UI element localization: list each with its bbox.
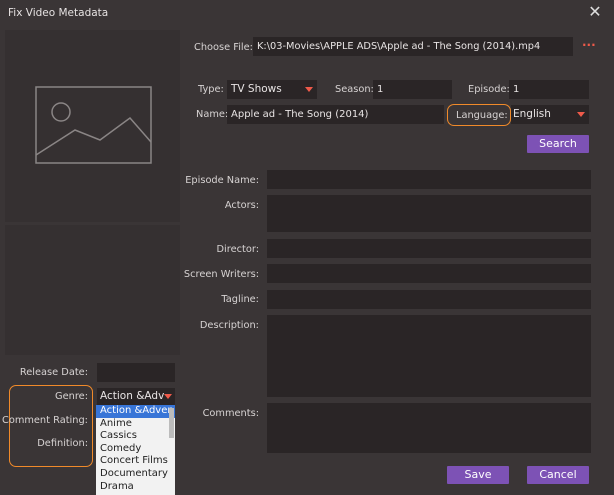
genre-option[interactable]: Drama <box>96 481 175 494</box>
search-button[interactable]: Search <box>527 135 589 153</box>
season-field[interactable]: 1 <box>373 80 452 99</box>
release-date-label: Release Date: <box>19 367 88 378</box>
genre-option[interactable]: Comedy <box>96 443 175 456</box>
language-value: English <box>513 108 551 120</box>
close-icon[interactable]: ✕ <box>586 3 604 21</box>
genre-dropdown[interactable]: Action &Adv <box>97 388 175 405</box>
save-button[interactable]: Save <box>447 466 509 484</box>
release-date-field[interactable] <box>97 363 175 382</box>
file-path-text: K:\03-Movies\APPLE ADS\Apple ad - The So… <box>257 41 541 52</box>
actors-field[interactable] <box>267 195 591 232</box>
name-field[interactable]: Apple ad - The Song (2014) <box>227 105 444 124</box>
definition-label: Definition: <box>37 438 88 449</box>
browse-icon[interactable]: ··· <box>582 38 596 52</box>
thumbnail-panel <box>5 30 180 222</box>
secondary-panel <box>5 225 180 355</box>
screen-writers-label: Screen Writers: <box>183 269 259 280</box>
comment-rating-label: Comment Rating: <box>1 415 88 426</box>
episode-name-field[interactable] <box>267 170 591 189</box>
episode-label: Episode: <box>468 84 510 95</box>
director-label: Director: <box>216 244 259 255</box>
screen-writers-field[interactable] <box>267 264 591 283</box>
genre-option[interactable]: Anime <box>96 418 175 431</box>
file-path-field[interactable]: K:\03-Movies\APPLE ADS\Apple ad - The So… <box>253 37 573 56</box>
language-dropdown[interactable]: English <box>511 105 589 124</box>
list-scrollbar[interactable] <box>169 408 174 438</box>
language-dropdown-arrow-icon[interactable] <box>577 112 585 117</box>
name-label: Name: <box>196 109 229 120</box>
description-field[interactable] <box>267 315 591 397</box>
director-field[interactable] <box>267 239 591 258</box>
genre-option[interactable]: Action &Adven <box>96 405 175 418</box>
genre-option[interactable]: Concert Films <box>96 455 175 468</box>
genre-option[interactable]: Documentary <box>96 468 175 481</box>
genre-options-list[interactable]: Action &Adven Anime Cassics Comedy Conce… <box>96 405 175 495</box>
type-value: TV Shows <box>231 83 282 95</box>
type-label: Type: <box>198 84 224 95</box>
name-value: Apple ad - The Song (2014) <box>231 109 369 120</box>
episode-name-label: Episode Name: <box>185 175 259 186</box>
tagline-field[interactable] <box>267 290 591 309</box>
description-label: Description: <box>199 320 259 331</box>
episode-value: 1 <box>513 84 520 95</box>
genre-option[interactable]: Cassics <box>96 430 175 443</box>
genre-dropdown-arrow-icon[interactable] <box>164 394 172 399</box>
cancel-button[interactable]: Cancel <box>527 466 589 484</box>
window-title: Fix Video Metadata <box>8 7 109 19</box>
genre-value: Action &Adv <box>100 390 165 402</box>
season-value: 1 <box>377 84 384 95</box>
choose-file-label: Choose File: <box>194 42 253 53</box>
language-label: Language: <box>456 110 508 121</box>
image-placeholder-icon <box>35 86 152 164</box>
genre-label: Genre: <box>55 391 88 402</box>
comments-field[interactable] <box>267 403 591 453</box>
episode-field[interactable]: 1 <box>509 80 589 99</box>
comments-label: Comments: <box>202 408 259 419</box>
actors-label: Actors: <box>224 200 259 211</box>
tagline-label: Tagline: <box>221 294 259 305</box>
type-dropdown[interactable]: TV Shows <box>227 80 317 99</box>
season-label: Season: <box>335 84 374 95</box>
type-dropdown-arrow-icon[interactable] <box>305 87 313 92</box>
